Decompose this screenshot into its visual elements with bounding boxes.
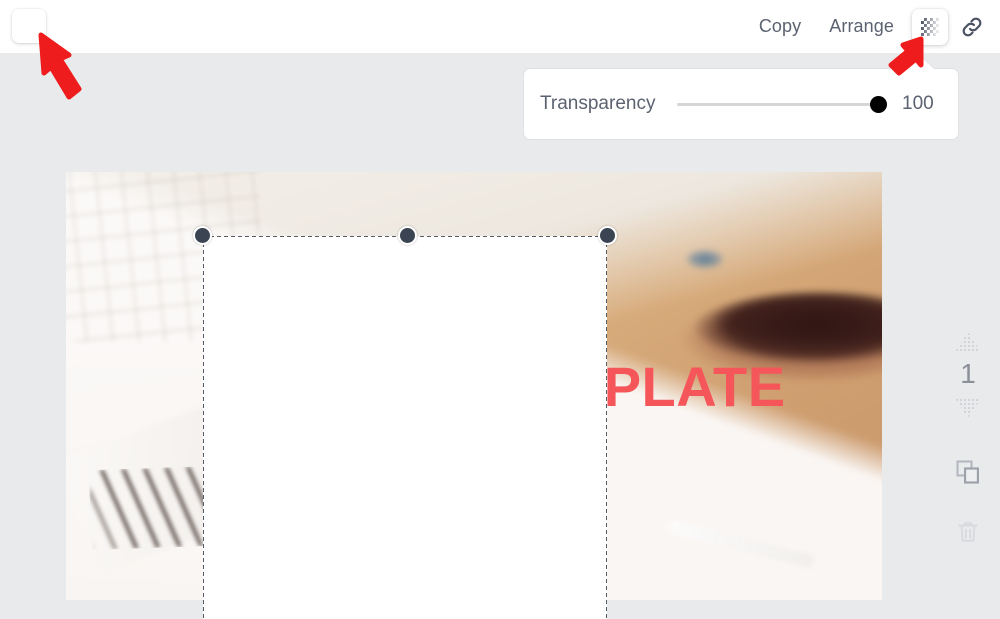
selection-edge-left: [203, 236, 204, 619]
checkerboard-transparency-icon: [921, 17, 939, 36]
transparency-toolbar-button[interactable]: [912, 8, 948, 45]
slider-track: [677, 102, 886, 106]
selection-frame: [193, 226, 617, 619]
selection-indicator-button[interactable]: [12, 9, 46, 43]
chain-link-icon: [962, 17, 982, 36]
copy-button[interactable]: Copy: [745, 16, 815, 37]
top-toolbar: Copy Arrange: [0, 0, 1000, 53]
delete-button[interactable]: [955, 519, 981, 550]
slider-thumb[interactable]: [870, 95, 887, 113]
chevron-up-icon: [955, 332, 981, 352]
transparency-value: 100: [902, 93, 934, 114]
resize-handle-top-left[interactable]: [193, 226, 212, 245]
right-rail: 1: [936, 106, 1000, 619]
chevron-down-icon: [955, 398, 981, 418]
transparency-slider[interactable]: [677, 94, 887, 114]
popover-caret: [908, 57, 934, 69]
move-down-button[interactable]: [955, 398, 981, 418]
selection-edge-right: [606, 236, 607, 619]
transparency-popover: Transparency 100: [523, 68, 959, 140]
duplicate-icon: [956, 460, 979, 484]
transparency-label: Transparency: [540, 93, 656, 114]
duplicate-button[interactable]: [954, 458, 982, 491]
toolbar-left-group: [12, 9, 46, 43]
trash-icon: [958, 522, 978, 542]
resize-handle-top-right[interactable]: [598, 226, 617, 245]
arrange-button[interactable]: Arrange: [815, 16, 908, 37]
toolbar-right-group: Copy Arrange: [745, 0, 990, 53]
page-number: 1: [960, 358, 976, 389]
link-toolbar-button[interactable]: [954, 9, 990, 45]
move-up-button[interactable]: [955, 332, 981, 352]
resize-handle-top-center[interactable]: [398, 226, 417, 245]
